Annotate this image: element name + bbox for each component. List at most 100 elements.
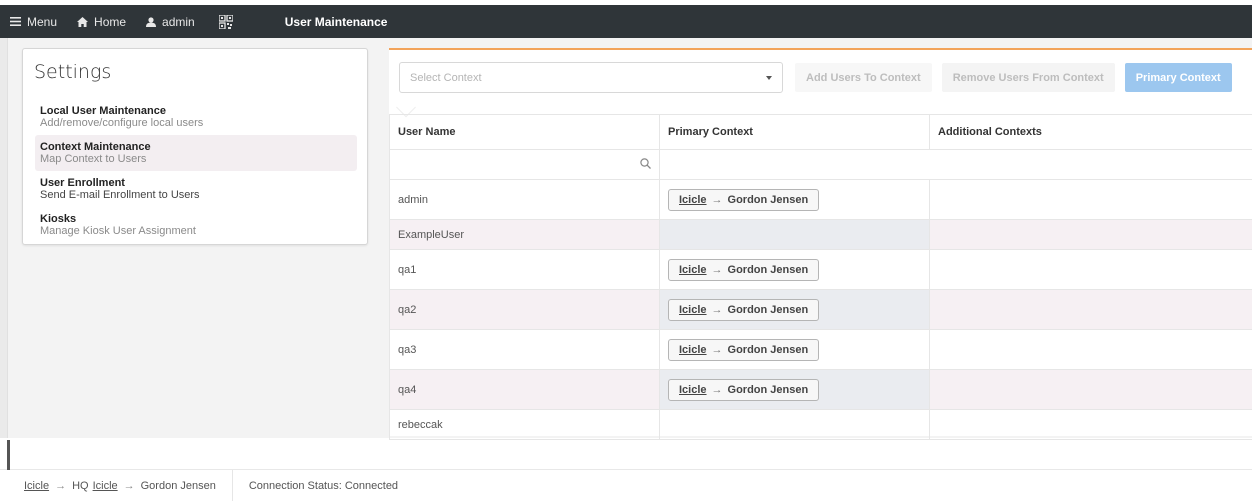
settings-item-desc: Manage Kiosk User Assignment	[40, 225, 196, 237]
primary-context-cell	[659, 409, 930, 440]
home-label: Home	[94, 14, 127, 29]
table-row[interactable]: rebeccak	[389, 409, 1252, 440]
settings-item-desc: Add/remove/configure local users	[40, 117, 204, 129]
primary-context-cell: Icicle → Gordon Jensen	[659, 289, 930, 330]
primary-context-cell: Icicle → Gordon Jensen	[659, 369, 930, 410]
context-from: Icicle	[679, 193, 707, 206]
column-header-additional-contexts[interactable]: Additional Contexts	[929, 114, 1252, 150]
arrow-right-icon: →	[711, 383, 723, 396]
remove-users-from-context-button[interactable]: Remove Users From Context	[941, 63, 1115, 92]
user-menu[interactable]: admin	[136, 5, 205, 38]
primary-context-cell: Icicle → Gordon Jensen	[659, 179, 930, 220]
context-select[interactable]: Select Context	[399, 62, 783, 93]
settings-item-desc: Map Context to Users	[40, 153, 147, 165]
table-row[interactable]: admin Icicle → Gordon Jensen	[389, 179, 1252, 220]
user-name-cell: qa3	[389, 329, 660, 370]
primary-context-button[interactable]: Primary Context	[1124, 63, 1232, 92]
status-footer: Icicle → HQ Icicle → Gordon Jensen Conne…	[0, 470, 1252, 501]
context-chip[interactable]: Icicle → Gordon Jensen	[668, 258, 820, 281]
context-from: Icicle	[679, 343, 707, 356]
search-icon	[640, 158, 651, 169]
qr-code-button[interactable]	[205, 5, 253, 38]
user-icon	[146, 16, 157, 27]
additional-contexts-cell	[929, 219, 1252, 250]
breadcrumb-prefix: HQ	[72, 479, 89, 492]
home-icon	[77, 16, 89, 27]
toolbar: Select Context Add Users To Context Remo…	[389, 50, 1252, 116]
column-header-user-name[interactable]: User Name	[389, 114, 660, 150]
connection-status: Connection Status: Connected	[248, 479, 399, 492]
context-to: Gordon Jensen	[727, 303, 809, 316]
top-navbar: Menu Home admin User Maintenance	[0, 5, 1252, 38]
column-header-primary-context[interactable]: Primary Context	[659, 114, 930, 150]
primary-context-cell: Icicle → Gordon Jensen	[659, 249, 930, 290]
primary-context-cell	[659, 219, 930, 250]
arrow-right-icon: →	[55, 479, 67, 492]
context-to: Gordon Jensen	[727, 193, 809, 206]
context-from: Icicle	[679, 263, 707, 276]
users-table: User Name Primary Context Additional Con…	[389, 114, 1252, 440]
add-users-to-context-button[interactable]: Add Users To Context	[795, 63, 932, 92]
page-title: User Maintenance	[284, 14, 388, 29]
home-link[interactable]: Home	[67, 5, 136, 38]
breadcrumb-link[interactable]: Icicle	[24, 480, 49, 492]
settings-title: Settings	[34, 61, 112, 83]
user-name-cell: admin	[389, 179, 660, 220]
breadcrumb-current: Gordon Jensen	[140, 479, 216, 492]
user-name-cell: rebeccak	[389, 409, 660, 440]
user-label: admin	[162, 14, 195, 29]
additional-contexts-cell	[929, 329, 1252, 370]
settings-item-context-maintenance[interactable]: Context Maintenance Map Context to Users	[35, 135, 357, 171]
settings-item-kiosks[interactable]: Kiosks Manage Kiosk User Assignment	[35, 207, 357, 243]
left-edge	[0, 38, 8, 438]
context-chip[interactable]: Icicle → Gordon Jensen	[668, 378, 820, 401]
context-chip[interactable]: Icicle → Gordon Jensen	[668, 298, 820, 321]
filter-spacer	[659, 149, 1252, 180]
breadcrumb-link[interactable]: Icicle	[93, 480, 118, 492]
table-row[interactable]: qa2 Icicle → Gordon Jensen	[389, 289, 1252, 330]
menu-label: Menu	[27, 14, 58, 29]
settings-item-desc: Send E-mail Enrollment to Users	[40, 189, 200, 201]
arrow-right-icon: →	[711, 263, 723, 276]
user-name-cell: qa4	[389, 369, 660, 410]
user-name-cell: qa1	[389, 249, 660, 290]
context-select-placeholder: Select Context	[410, 71, 482, 84]
arrow-right-icon: →	[711, 193, 723, 206]
additional-contexts-cell	[929, 409, 1252, 440]
context-to: Gordon Jensen	[727, 343, 809, 356]
settings-item-title: Local User Maintenance	[40, 105, 166, 117]
arrow-right-icon: →	[711, 343, 723, 356]
context-maintenance-panel: Select Context Add Users To Context Remo…	[389, 48, 1252, 440]
settings-panel: Settings Local User Maintenance Add/remo…	[22, 48, 368, 245]
table-row[interactable]: ExampleUser	[389, 219, 1252, 250]
arrow-right-icon: →	[123, 479, 135, 492]
settings-item-user-enrollment[interactable]: User Enrollment Send E-mail Enrollment t…	[35, 171, 357, 207]
additional-contexts-cell	[929, 369, 1252, 410]
context-from: Icicle	[679, 383, 707, 396]
hamburger-icon	[10, 17, 21, 26]
user-name-cell: ExampleUser	[389, 219, 660, 250]
settings-item-title: User Enrollment	[40, 177, 125, 189]
table-row[interactable]: qa1 Icicle → Gordon Jensen	[389, 249, 1252, 290]
user-name-cell: qa2	[389, 289, 660, 330]
context-chip[interactable]: Icicle → Gordon Jensen	[668, 188, 820, 211]
arrow-right-icon: →	[711, 303, 723, 316]
additional-contexts-cell	[929, 289, 1252, 330]
user-search-input[interactable]	[389, 149, 660, 180]
caret-down-icon	[766, 75, 772, 80]
settings-item-title: Kiosks	[40, 213, 77, 225]
context-to: Gordon Jensen	[727, 383, 809, 396]
qr-code-icon	[218, 14, 233, 29]
additional-contexts-cell	[929, 249, 1252, 290]
context-chip[interactable]: Icicle → Gordon Jensen	[668, 338, 820, 361]
context-breadcrumb: Icicle → HQ Icicle → Gordon Jensen	[0, 470, 233, 501]
context-to: Gordon Jensen	[727, 263, 809, 276]
table-row[interactable]: qa4 Icicle → Gordon Jensen	[389, 369, 1252, 410]
settings-item-local-user-maintenance[interactable]: Local User Maintenance Add/remove/config…	[35, 99, 357, 135]
context-from: Icicle	[679, 303, 707, 316]
settings-item-title: Context Maintenance	[40, 141, 151, 153]
table-row[interactable]: qa3 Icicle → Gordon Jensen	[389, 329, 1252, 370]
primary-context-cell: Icicle → Gordon Jensen	[659, 329, 930, 370]
menu-button[interactable]: Menu	[0, 5, 67, 38]
toolbar-pointer	[396, 96, 416, 116]
